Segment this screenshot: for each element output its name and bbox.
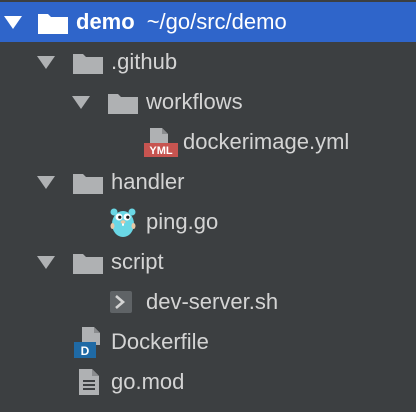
yml-badge-text: YML: [149, 145, 173, 157]
dockerfile-icon: D: [74, 327, 104, 364]
expand-arrow-icon[interactable]: [37, 176, 55, 189]
folder-icon: [73, 172, 103, 199]
expand-arrow-icon[interactable]: [4, 16, 22, 29]
tree-row-handler[interactable]: handler: [0, 162, 416, 202]
tree-row-root-demo[interactable]: demo ~/go/src/demo: [0, 2, 416, 42]
folder-label-github: .github: [111, 49, 178, 74]
go-gopher-icon: [110, 206, 136, 243]
folder-icon: [38, 12, 68, 39]
tree-row-dockerimage-yml[interactable]: YML dockerimage.yml: [0, 122, 416, 162]
tree-row-go-mod[interactable]: go.mod: [0, 362, 416, 402]
text-file-icon: [78, 369, 100, 400]
folder-icon: [73, 52, 103, 79]
tree-row-ping-go[interactable]: ping.go: [0, 202, 416, 242]
folder-icon: [73, 252, 103, 279]
docker-badge-text: D: [81, 344, 90, 358]
file-label-go-mod: go.mod: [111, 369, 185, 394]
folder-label-workflows: workflows: [146, 89, 243, 114]
file-label-dev-server-sh: dev-server.sh: [146, 289, 279, 314]
tree-row-script[interactable]: script: [0, 242, 416, 282]
tree-row-dockerfile[interactable]: D Dockerfile: [0, 322, 416, 362]
expand-arrow-icon[interactable]: [37, 56, 55, 69]
root-folder-path: ~/go/src/demo: [146, 9, 287, 34]
shell-script-icon: [110, 291, 132, 318]
expand-arrow-icon[interactable]: [72, 96, 90, 109]
file-label-ping-go: ping.go: [146, 209, 219, 234]
tree-bottom-edge: [0, 404, 416, 412]
file-label-dockerimage-yml: dockerimage.yml: [183, 129, 350, 154]
project-tree: demo ~/go/src/demo .github workflows YML…: [0, 0, 416, 412]
file-label-dockerfile: Dockerfile: [111, 329, 209, 354]
tree-row-github[interactable]: .github: [0, 42, 416, 82]
expand-arrow-icon[interactable]: [37, 256, 55, 269]
root-folder-label: demo ~/go/src/demo: [76, 2, 287, 42]
yml-file-icon: YML: [144, 128, 178, 163]
tree-row-workflows[interactable]: workflows: [0, 82, 416, 122]
folder-label-script: script: [111, 249, 164, 274]
tree-row-dev-server-sh[interactable]: dev-server.sh: [0, 282, 416, 322]
folder-label-handler: handler: [111, 169, 185, 194]
root-folder-name: demo: [76, 9, 135, 34]
folder-icon: [108, 92, 138, 119]
